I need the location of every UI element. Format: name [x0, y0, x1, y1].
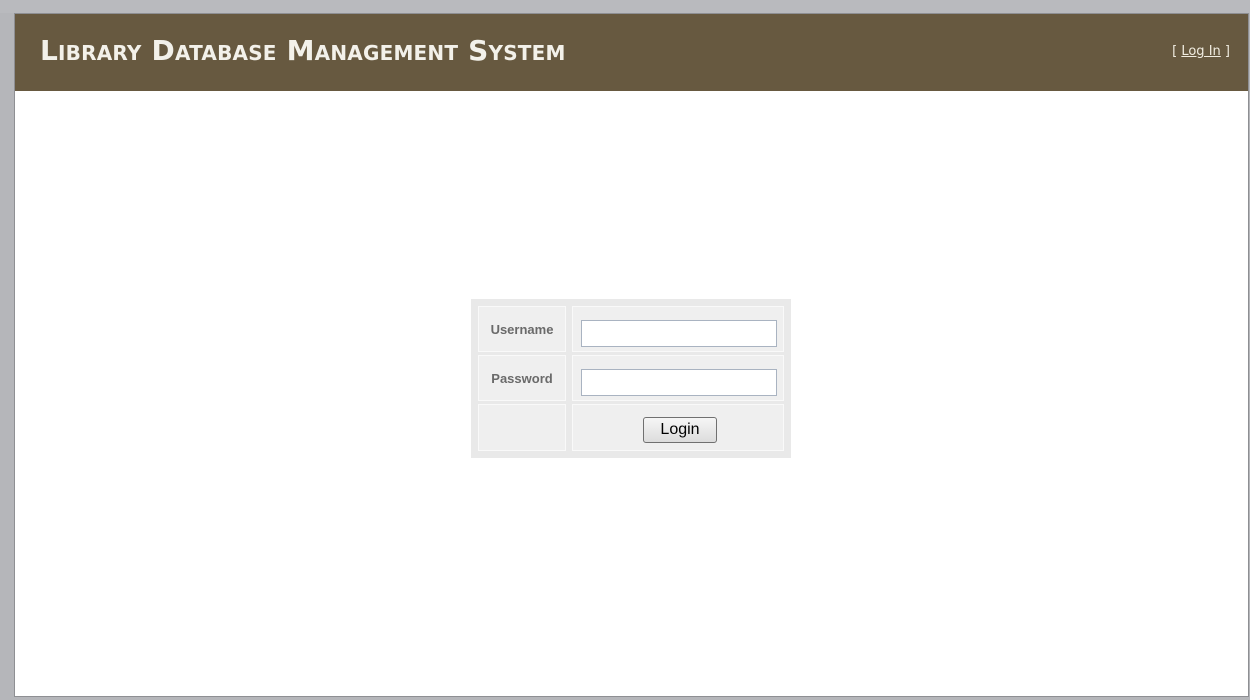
page: Library Database Management System [ Log… [14, 13, 1249, 697]
password-label: Password [478, 355, 566, 401]
username-input[interactable] [581, 320, 777, 347]
login-form: Username Password Login [471, 299, 791, 458]
username-label: Username [478, 306, 566, 352]
submit-cell: Login [572, 404, 784, 451]
login-bracket-close: ] [1220, 44, 1230, 59]
login-button[interactable]: Login [643, 417, 717, 443]
username-cell [572, 306, 784, 352]
password-cell [572, 355, 784, 401]
log-in-link[interactable]: Log In [1181, 44, 1220, 59]
password-input[interactable] [581, 369, 777, 396]
site-title: Library Database Management System [40, 34, 566, 67]
top-gutter [0, 0, 1250, 13]
login-bracket-open: [ [1172, 44, 1182, 59]
login-status: [ Log In ] [1172, 44, 1230, 59]
header: Library Database Management System [ Log… [15, 14, 1248, 91]
empty-cell [478, 404, 566, 451]
